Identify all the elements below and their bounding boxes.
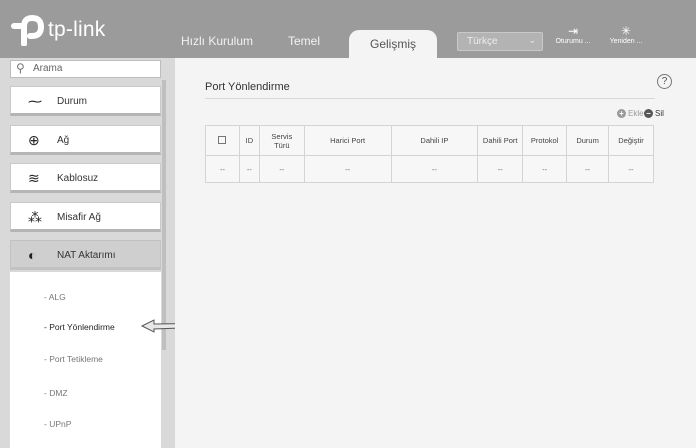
minus-icon: − [644, 109, 653, 118]
sidebar-item-label: Durum [57, 96, 88, 107]
help-icon[interactable]: ? [657, 74, 672, 89]
language-value: Türkçe [467, 36, 498, 47]
column-header: Dahili IP [390, 125, 479, 156]
chevron-down-icon: ⌄ [528, 35, 536, 45]
globe-icon: ⊕ [28, 132, 40, 148]
column-header: Servis Türü [258, 125, 305, 156]
sidebar-scrollbar[interactable] [162, 80, 166, 350]
logout-button[interactable]: ⇥ Oturumu ... [553, 24, 593, 45]
submenu-item-port-forwarding[interactable]: - Port Yönlendirme [44, 322, 115, 332]
delete-label: Sil [655, 109, 664, 118]
search-input[interactable]: ⚲ Arama [10, 60, 161, 78]
page-title: Port Yönlendirme [205, 81, 290, 93]
column-header: Durum [566, 125, 610, 156]
reboot-label: Yeniden ... [609, 38, 643, 45]
column-header: Harici Port [303, 125, 392, 156]
add-label: Ekle [628, 109, 644, 118]
nat-icon: ◐ [28, 247, 37, 263]
reboot-icon: ✳ [620, 24, 632, 38]
search-icon: ⚲ [16, 61, 25, 75]
top-header: tp-link Hızlı Kurulum Temel Gelişmiş Tür… [0, 0, 696, 58]
column-header: Dahili Port [477, 125, 524, 156]
table-cell: -- [258, 155, 305, 183]
brand-name: tp-link [48, 18, 106, 41]
sidebar-item-label: Kablosuz [57, 173, 99, 184]
tab-quick-setup[interactable]: Hızlı Kurulum [181, 34, 253, 48]
submenu-item-upnp[interactable]: - UPnP [44, 419, 71, 429]
language-select[interactable]: Türkçe ⌄ [457, 32, 543, 51]
table-cell: -- [522, 155, 568, 183]
search-placeholder: Arama [33, 63, 63, 74]
guests-icon: ⁂ [28, 209, 42, 225]
delete-button[interactable]: − Sil [644, 109, 664, 118]
reboot-button[interactable]: ✳ Yeniden ... [601, 24, 651, 45]
table-cell: -- [566, 155, 610, 183]
logout-icon: ⇥ [567, 24, 579, 38]
sidebar-item-label: Misafir Ağ [57, 212, 101, 223]
sidebar-item-label: NAT Aktarımı [57, 250, 116, 261]
tab-basic[interactable]: Temel [288, 34, 320, 48]
sidebar-item-status[interactable]: ⁓ Durum [10, 86, 161, 116]
table-cell: -- [238, 155, 260, 183]
table-cell: -- [477, 155, 524, 183]
table-row: -- -- -- -- -- -- -- -- -- [205, 155, 654, 183]
column-header: ID [238, 125, 260, 156]
submenu-item-alg[interactable]: - ALG [44, 292, 66, 302]
submenu-item-dmz[interactable]: - DMZ [44, 388, 68, 398]
plus-icon: + [617, 109, 626, 118]
table-cell: -- [205, 155, 240, 183]
port-forwarding-table: ID Servis Türü Harici Port Dahili IP Dah… [205, 125, 654, 183]
tp-link-logo-icon [11, 14, 45, 46]
submenu-item-port-triggering[interactable]: - Port Tetikleme [44, 354, 103, 364]
tab-advanced[interactable]: Gelişmiş [349, 30, 437, 58]
column-header: Değiştir [608, 125, 654, 156]
column-header: Protokol [522, 125, 568, 156]
select-all-checkbox[interactable] [218, 135, 227, 144]
table-header-row: ID Servis Türü Harici Port Dahili IP Dah… [205, 125, 654, 156]
table-cell: -- [303, 155, 392, 183]
pulse-icon: ⁓ [28, 93, 42, 109]
logout-label: Oturumu ... [555, 38, 591, 45]
sidebar-item-guest-network[interactable]: ⁂ Misafir Ağ [10, 202, 161, 232]
tp-link-logo: tp-link [10, 14, 105, 46]
sidebar-item-network[interactable]: ⊕ Ağ [10, 125, 161, 155]
sidebar-item-label: Ağ [57, 135, 70, 146]
wifi-icon: ≋ [28, 170, 40, 186]
table-cell: -- [608, 155, 654, 183]
select-all-header[interactable] [205, 125, 240, 156]
table-cell: -- [390, 155, 479, 183]
title-divider [205, 98, 655, 99]
add-button[interactable]: + Ekle [617, 109, 644, 118]
sidebar-item-nat-forwarding[interactable]: ◐ NAT Aktarımı [10, 240, 161, 270]
sidebar-item-wireless[interactable]: ≋ Kablosuz [10, 163, 161, 193]
